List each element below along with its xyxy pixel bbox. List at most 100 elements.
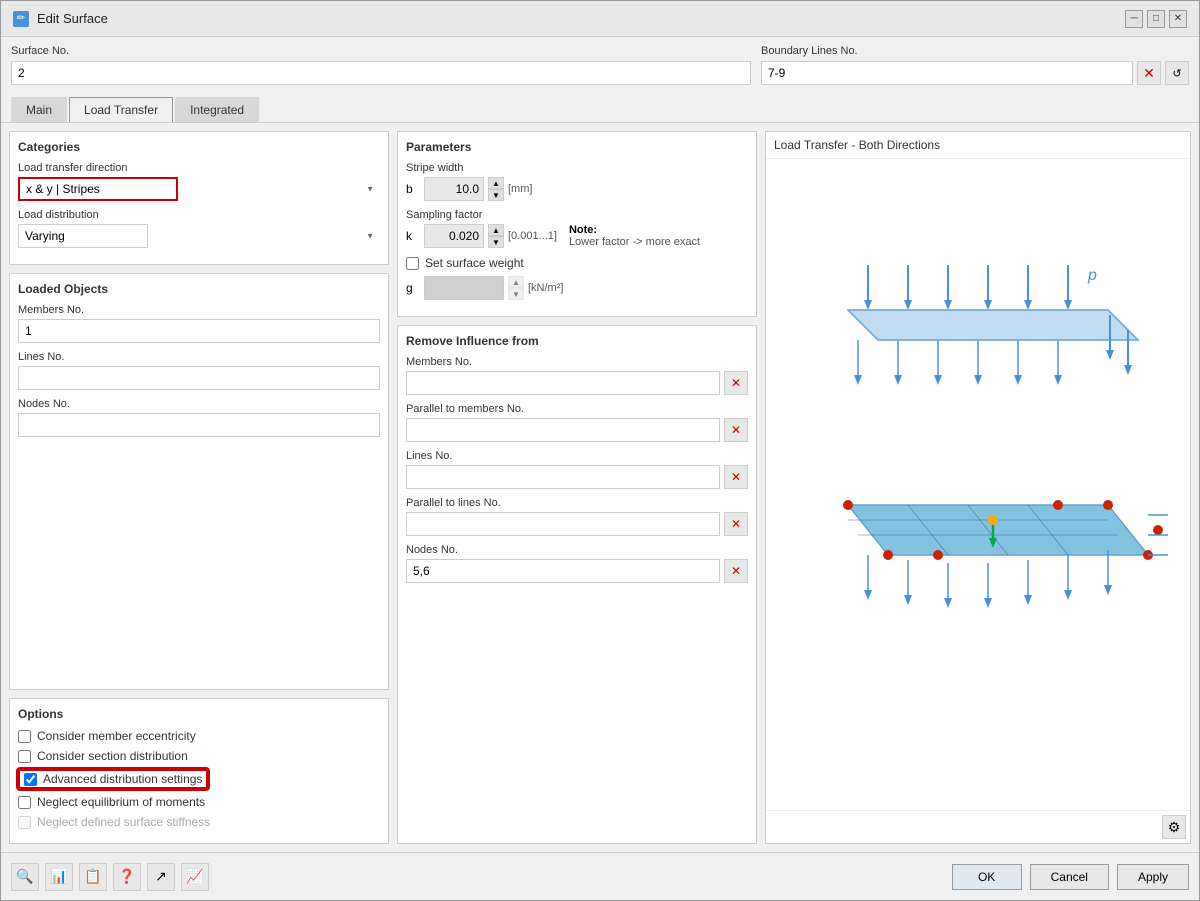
ri-nodes-row: Nodes No. ✕: [406, 544, 748, 583]
footer-arrow-icon[interactable]: ↗: [147, 863, 175, 891]
sampling-range: [0.001...1]: [508, 230, 557, 242]
ri-members-clear-btn[interactable]: ✕: [724, 371, 748, 395]
stripe-width-up[interactable]: ▲: [488, 177, 504, 189]
lo-lines-label: Lines No.: [18, 351, 380, 363]
parameters-title: Parameters: [406, 140, 748, 154]
ri-lines-row: Lines No. ✕: [406, 450, 748, 489]
sampling-factor-label: Sampling factor: [406, 209, 748, 221]
sampling-factor-up[interactable]: ▲: [488, 224, 504, 236]
stripe-width-label: Stripe width: [406, 162, 748, 174]
ri-parallel-lines-inputs: ✕: [406, 512, 748, 536]
main-window: ✏ Edit Surface ─ □ ✕ Surface No. Boundar…: [0, 0, 1200, 901]
surface-weight-inputs: g ▲ ▼ [kN/m²]: [406, 276, 748, 300]
lo-members-input[interactable]: [18, 319, 380, 343]
footer-table-icon[interactable]: 📋: [79, 863, 107, 891]
advanced-settings-row: Advanced distribution settings: [18, 769, 380, 789]
stripe-width-down[interactable]: ▼: [488, 189, 504, 201]
ri-members-label: Members No.: [406, 356, 748, 368]
boundary-lines-input[interactable]: [761, 61, 1133, 85]
viz-svg: p: [788, 235, 1168, 735]
footer-calc-icon[interactable]: 📊: [45, 863, 73, 891]
sampling-factor-spinners: ▲ ▼: [488, 224, 504, 248]
p-label: p: [1087, 267, 1097, 284]
viz-title: Load Transfer - Both Directions: [766, 132, 1190, 159]
surface-no-group: Surface No.: [11, 45, 751, 85]
sampling-factor-down[interactable]: ▼: [488, 236, 504, 248]
load-transfer-direction-select[interactable]: x & y | Stripes: [18, 177, 178, 201]
ri-parallel-members-inputs: ✕: [406, 418, 748, 442]
ri-parallel-members-input[interactable]: [406, 418, 720, 442]
footer: 🔍 📊 📋 ❓ ↗ 📈 OK Cancel Apply: [1, 852, 1199, 900]
load-transfer-direction-row: Load transfer direction x & y | Stripes: [18, 162, 380, 201]
remove-influence-title: Remove Influence from: [406, 334, 748, 348]
title-bar-left: ✏ Edit Surface: [13, 11, 108, 27]
neglect-equilibrium-checkbox[interactable]: [18, 796, 31, 809]
ri-parallel-members-clear-btn[interactable]: ✕: [724, 418, 748, 442]
window-title: Edit Surface: [37, 11, 108, 26]
boundary-lines-label: Boundary Lines No.: [761, 45, 1189, 57]
sampling-symbol: k: [406, 229, 420, 243]
ri-members-inputs: ✕: [406, 371, 748, 395]
lo-nodes-label: Nodes No.: [18, 398, 380, 410]
lo-lines-input[interactable]: [18, 366, 380, 390]
ri-parallel-members-label: Parallel to members No.: [406, 403, 748, 415]
advanced-settings-checkbox[interactable]: [24, 773, 37, 786]
viz-content: p: [766, 159, 1190, 810]
note-block: Note: Lower factor -> more exact: [569, 224, 700, 248]
surface-weight-spinners: ▲ ▼: [508, 276, 524, 300]
load-distribution-wrapper: Varying: [18, 224, 380, 248]
viz-settings-btn[interactable]: ⚙: [1162, 815, 1186, 839]
ri-parallel-lines-clear-btn[interactable]: ✕: [724, 512, 748, 536]
ri-nodes-input[interactable]: [406, 559, 720, 583]
boundary-lines-refresh-btn[interactable]: ↺: [1165, 61, 1189, 85]
lo-nodes-row: Nodes No.: [18, 398, 380, 437]
footer-graph-icon[interactable]: 📈: [181, 863, 209, 891]
load-distribution-select[interactable]: Varying: [18, 224, 148, 248]
top-plate: p: [848, 265, 1138, 385]
ri-nodes-inputs: ✕: [406, 559, 748, 583]
surface-no-input[interactable]: [11, 61, 751, 85]
stripe-width-row: Stripe width b ▲ ▼ [mm]: [406, 162, 748, 201]
surface-weight-down: ▼: [508, 288, 524, 300]
consider-eccentricity-row: Consider member eccentricity: [18, 729, 380, 743]
boundary-lines-group: Boundary Lines No. ✕ ↺: [761, 45, 1189, 85]
tabs-bar: Main Load Transfer Integrated: [1, 93, 1199, 123]
ri-nodes-clear-btn[interactable]: ✕: [724, 559, 748, 583]
boundary-lines-clear-btn[interactable]: ✕: [1137, 61, 1161, 85]
ok-button[interactable]: OK: [952, 864, 1022, 890]
tab-load-transfer[interactable]: Load Transfer: [69, 97, 173, 122]
categories-section: Categories Load transfer direction x & y…: [9, 131, 389, 265]
ri-members-input[interactable]: [406, 371, 720, 395]
app-icon: ✏: [13, 11, 29, 27]
title-bar: ✏ Edit Surface ─ □ ✕: [1, 1, 1199, 37]
neglect-surface-checkbox: [18, 816, 31, 829]
sampling-factor-input[interactable]: [424, 224, 484, 248]
sampling-factor-row: Sampling factor k ▲ ▼ [0.001...1] Note: …: [406, 209, 748, 248]
cancel-button[interactable]: Cancel: [1030, 864, 1109, 890]
loaded-objects-section: Loaded Objects Members No. Lines No. Nod…: [9, 273, 389, 690]
surface-weight-unit: [kN/m²]: [528, 282, 563, 294]
lo-members-label: Members No.: [18, 304, 380, 316]
lo-nodes-input[interactable]: [18, 413, 380, 437]
ri-parallel-lines-input[interactable]: [406, 512, 720, 536]
tab-integrated[interactable]: Integrated: [175, 97, 259, 122]
set-surface-weight-checkbox[interactable]: [406, 257, 419, 270]
left-panel: Categories Load transfer direction x & y…: [9, 131, 389, 844]
ri-lines-clear-btn[interactable]: ✕: [724, 465, 748, 489]
ri-lines-input[interactable]: [406, 465, 720, 489]
close-button[interactable]: ✕: [1169, 10, 1187, 28]
stripe-width-inputs: b ▲ ▼ [mm]: [406, 177, 748, 201]
stripe-width-input[interactable]: [424, 177, 484, 201]
load-distribution-row: Load distribution Varying: [18, 209, 380, 248]
maximize-button[interactable]: □: [1147, 10, 1165, 28]
load-transfer-direction-label: Load transfer direction: [18, 162, 380, 174]
footer-search-icon[interactable]: 🔍: [11, 863, 39, 891]
ri-nodes-label: Nodes No.: [406, 544, 748, 556]
footer-help-icon[interactable]: ❓: [113, 863, 141, 891]
apply-button[interactable]: Apply: [1117, 864, 1189, 890]
tab-main[interactable]: Main: [11, 97, 67, 122]
surface-no-label: Surface No.: [11, 45, 751, 57]
consider-section-checkbox[interactable]: [18, 750, 31, 763]
minimize-button[interactable]: ─: [1125, 10, 1143, 28]
consider-eccentricity-checkbox[interactable]: [18, 730, 31, 743]
